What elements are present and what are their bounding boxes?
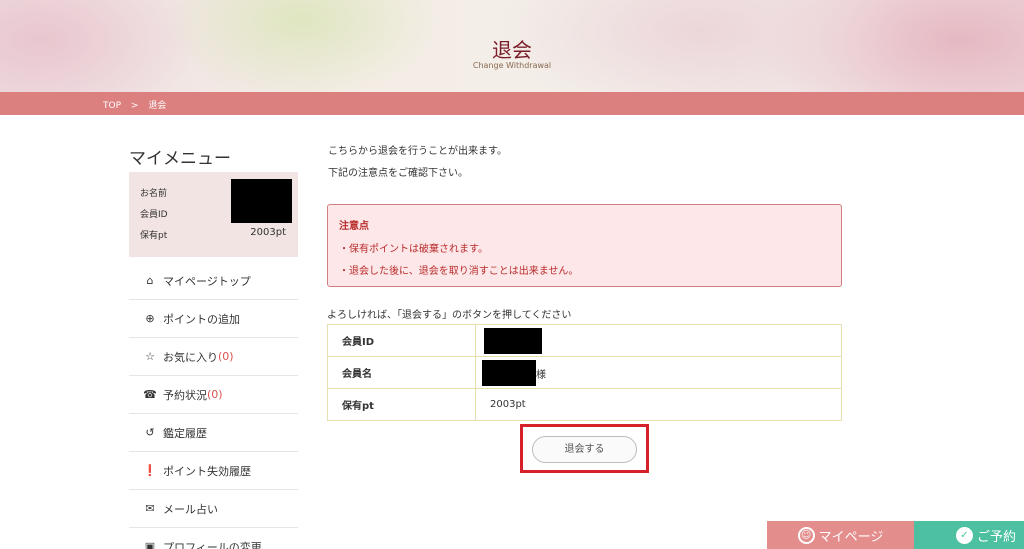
sidebar-item-reservations[interactable]: ☎ 予約状況 (0) xyxy=(129,376,298,414)
star-icon: ☆ xyxy=(145,350,155,363)
confirm-prompt: よろしければ、「退会する」のボタンを押してください xyxy=(327,310,572,321)
sidebar-item-add-points[interactable]: ⊕ ポイントの追加 xyxy=(129,300,298,338)
favorites-count: (0) xyxy=(218,350,234,363)
home-icon: ⌂ xyxy=(146,274,154,287)
breadcrumb-current: 退会 xyxy=(148,101,167,111)
reserve-footer-button[interactable]: ✓ ご予約 xyxy=(914,521,1024,549)
name-suffix: 様 xyxy=(536,370,546,381)
member-id-label: 会員ID xyxy=(327,324,476,357)
check-circle-icon: ✓ xyxy=(956,526,973,544)
phone-icon: ☎ xyxy=(143,388,157,401)
sidebar-menu: ⌂ マイページトップ ⊕ ポイントの追加 ☆ お気に入り (0) ☎ 予約状況 (0… xyxy=(129,262,298,549)
intro-text-2: 下記の注意点をご確認下さい。 xyxy=(328,168,468,179)
withdraw-button[interactable]: 退会する xyxy=(532,436,637,463)
points-value: 2003pt xyxy=(475,388,842,421)
breadcrumb: TOP > 退会 xyxy=(0,92,1024,115)
sidebar-title: マイメニュー xyxy=(129,149,231,169)
sidebar-item-label: プロフィールの変更 xyxy=(163,540,262,549)
sidebar-item-mail-reading[interactable]: ✉ メール占い xyxy=(129,490,298,528)
sidebar-item-reading-history[interactable]: ↺ 鑑定履歴 xyxy=(129,414,298,452)
table-row: 会員名 様 xyxy=(327,356,842,389)
notice-line: ・保有ポイントは破棄されます。 xyxy=(339,244,488,255)
sidebar-item-favorites[interactable]: ☆ お気に入り (0) xyxy=(129,338,298,376)
member-name-label: 会員名 xyxy=(327,356,476,389)
sidebar-item-label: ポイント失効履歴 xyxy=(163,464,251,478)
points-label: 保有pt xyxy=(327,388,476,421)
breadcrumb-home-link[interactable]: TOP xyxy=(103,101,121,111)
smile-icon: ☺ xyxy=(797,526,815,544)
profile-name-label: お名前 xyxy=(140,189,168,199)
mypage-footer-button[interactable]: ☺ マイページ xyxy=(767,521,914,549)
sidebar-item-label: 鑑定履歴 xyxy=(163,426,207,440)
table-row: 保有pt 2003pt xyxy=(327,388,842,421)
profile-box: お名前 会員ID 保有pt 2003pt xyxy=(129,172,298,257)
member-info-table: 会員ID 会員名 様 保有pt 2003pt xyxy=(327,324,842,421)
profile-points-value: 2003pt xyxy=(250,227,286,238)
sidebar-item-label: メール占い xyxy=(163,502,218,516)
reservations-count: (0) xyxy=(207,388,223,401)
profile-points-label: 保有pt xyxy=(140,231,168,241)
header-banner: 退会 Change Withdrawal xyxy=(0,0,1024,92)
page-subtitle: Change Withdrawal xyxy=(472,61,552,70)
sidebar-item-expired-points[interactable]: ❗ ポイント失効履歴 xyxy=(129,452,298,490)
notice-title: 注意点 xyxy=(339,221,369,232)
sidebar-item-mypage-top[interactable]: ⌂ マイページトップ xyxy=(129,262,298,300)
breadcrumb-separator: > xyxy=(130,101,139,111)
exclamation-icon: ❗ xyxy=(143,464,157,477)
notice-box: 注意点 ・保有ポイントは破棄されます。 ・退会した後に、退会を取り消すことは出来… xyxy=(327,204,842,287)
redacted-block xyxy=(484,328,542,354)
profile-id-label: 会員ID xyxy=(140,210,168,220)
member-id-value xyxy=(475,324,842,357)
intro-text-1: こちらから退会を行うことが出来ます。 xyxy=(328,146,507,157)
notice-line: ・退会した後に、退会を取り消すことは出来ません。 xyxy=(339,266,579,277)
redacted-block xyxy=(482,360,536,386)
sidebar-item-label: ポイントの追加 xyxy=(163,312,240,326)
plus-circle-icon: ⊕ xyxy=(145,312,155,325)
history-icon: ↺ xyxy=(145,426,155,439)
sidebar-item-label: マイページトップ xyxy=(163,274,251,288)
redacted-block xyxy=(231,179,292,223)
page-title: 退会 xyxy=(492,38,532,62)
table-row: 会員ID xyxy=(327,324,842,357)
sidebar-item-label: 予約状況 xyxy=(163,388,207,402)
sidebar-item-label: お気に入り xyxy=(163,350,218,364)
id-card-icon: ▣ xyxy=(144,540,156,549)
envelope-icon: ✉ xyxy=(145,502,155,515)
member-name-value: 様 xyxy=(475,356,842,389)
mypage-footer-label: マイページ xyxy=(818,529,884,545)
sidebar-item-profile-edit[interactable]: ▣ プロフィールの変更 xyxy=(129,528,298,549)
reserve-footer-label: ご予約 xyxy=(977,529,1017,545)
